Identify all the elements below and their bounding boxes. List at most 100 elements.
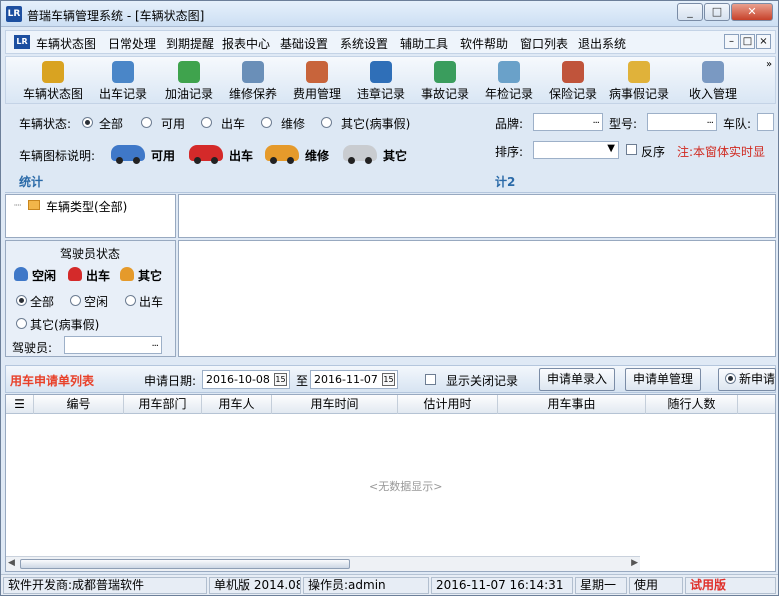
mdi-close-button[interactable]: × [756,34,771,49]
driver-idle-radio[interactable] [70,295,81,306]
show-closed-checkbox[interactable] [425,374,436,385]
driver-all-label: 全部 [30,295,55,309]
dispatch-icon [112,61,134,83]
status-other-label: 其它(病事假) [341,117,411,131]
driver-other-icon [120,267,134,281]
scroll-left-icon[interactable]: ◀ [8,558,15,568]
tool-accident[interactable]: 事故记录 [412,61,478,103]
toolbar-overflow-button[interactable]: » [766,59,772,70]
maximize-button[interactable]: □ [704,3,730,21]
tool-maintenance[interactable]: 维修保养 [220,61,286,103]
status-available-radio[interactable] [141,117,152,128]
col-companions[interactable]: 随行人数 [646,395,738,414]
folder-icon [28,200,40,210]
tool-inspection[interactable]: 年检记录 [476,61,542,103]
legend-available: 可用 [151,149,176,163]
request-entry-button[interactable]: 申请单录入 [539,368,615,391]
legend-repair: 维修 [305,149,330,163]
menu-logo-icon: LR [14,35,30,49]
request-manage-button[interactable]: 申请单管理 [625,368,701,391]
status-all-label: 全部 [99,117,124,131]
driver-status-title: 驾驶员状态 [60,247,121,261]
status-use: 使用 [629,577,683,594]
driver-out-radio[interactable] [125,295,136,306]
tool-car-status[interactable]: 车辆状态图 [20,61,86,103]
status-available-label: 可用 [161,117,186,131]
scroll-thumb[interactable] [20,559,350,569]
menu-reports[interactable]: 报表中心 [222,35,270,52]
status-version: 单机版 2014.08 [209,577,301,594]
col-department[interactable]: 用车部门 [124,395,202,414]
date-to-label: 至 [296,374,309,388]
status-weekday: 星期一 [575,577,627,594]
expense-icon [306,61,328,83]
driver-field[interactable]: ... [64,336,162,354]
fuel-icon [178,61,200,83]
tool-expense[interactable]: 费用管理 [284,61,350,103]
menu-system-settings[interactable]: 系统设置 [340,35,388,52]
sort-select[interactable]: ▼ [533,141,619,159]
col-reason[interactable]: 用车事由 [498,395,646,414]
tool-dispatch[interactable]: 出车记录 [90,61,156,103]
show-closed-label: 显示关闭记录 [446,374,519,388]
scroll-right-icon[interactable]: ▶ [631,558,638,568]
col-duration[interactable]: 估计用时 [398,395,498,414]
row-selector-icon[interactable]: ☰ [6,395,34,414]
date-from-field[interactable]: 2016-10-08 15 [202,370,290,389]
status-bar: 软件开发商:成都普瑞软件 单机版 2014.08 操作员:admin 2016-… [1,574,778,595]
status-all-radio[interactable] [82,117,93,128]
menu-help[interactable]: 软件帮助 [460,35,508,52]
menu-expiry[interactable]: 到期提醒 [166,35,214,52]
mdi-minimize-button[interactable]: – [724,34,739,49]
menu-windows[interactable]: 窗口列表 [520,35,568,52]
close-button[interactable]: ✕ [731,3,773,21]
status-operator: 操作员:admin [303,577,429,594]
calendar-icon[interactable]: 15 [274,373,287,386]
menu-bar: LR 车辆状态图 日常处理 到期提醒 报表中心 基础设置 系统设置 辅助工具 软… [5,30,776,54]
team-field[interactable] [757,113,774,131]
menu-daily[interactable]: 日常处理 [108,35,156,52]
driver-other-legend: 其它 [138,269,163,283]
tree-root-item[interactable]: 车辆类型(全部) [46,198,127,215]
realtime-note: 注:本窗体实时显 [677,145,766,159]
status-repair-radio[interactable] [261,117,272,128]
driver-idle-label: 空闲 [84,295,109,309]
col-time[interactable]: 用车时间 [272,395,398,414]
tool-income[interactable]: 收入管理 [680,61,746,103]
legend-label: 车辆图标说明: [19,149,96,163]
col-user[interactable]: 用车人 [202,395,272,414]
calendar-icon[interactable]: 15 [382,373,395,386]
mdi-restore-button[interactable]: □ [740,34,755,49]
sort-label: 排序: [495,145,524,159]
driver-idle-icon [14,267,28,281]
empty-message: <无数据显示> [369,480,443,493]
date-to-field[interactable]: 2016-11-07 15 [310,370,398,389]
car-other-icon [343,145,377,164]
driver-all-radio[interactable] [16,295,27,306]
col-number[interactable]: 编号 [34,395,124,414]
brand-field[interactable]: ... [533,113,603,131]
tool-fuel[interactable]: 加油记录 [156,61,222,103]
menu-basic-settings[interactable]: 基础设置 [280,35,328,52]
status-out-radio[interactable] [201,117,212,128]
tool-violation[interactable]: 违章记录 [348,61,414,103]
menu-tools[interactable]: 辅助工具 [400,35,448,52]
model-field[interactable]: ... [647,113,717,131]
minimize-button[interactable]: _ [677,3,703,21]
status-other-radio[interactable] [321,117,332,128]
horizontal-scrollbar[interactable]: ◀ ▶ [6,556,640,571]
leave-icon [628,61,650,83]
insurance-icon [562,61,584,83]
reverse-checkbox[interactable] [626,144,637,155]
window-title: 普瑞车辆管理系统 - [车辆状态图] [27,9,205,23]
driver-status-area [178,240,776,357]
chevron-down-icon: ▼ [607,143,615,154]
driver-out-label: 出车 [139,295,164,309]
menu-exit[interactable]: 退出系统 [578,35,626,52]
tool-insurance[interactable]: 保险记录 [540,61,606,103]
new-request-button[interactable]: 新申请 [718,368,776,391]
driver-other-radio[interactable] [16,318,27,329]
menu-car-status[interactable]: 车辆状态图 [36,35,96,52]
driver-other-label: 其它(病事假) [30,318,100,332]
tool-leave[interactable]: 病事假记录 [606,61,672,103]
